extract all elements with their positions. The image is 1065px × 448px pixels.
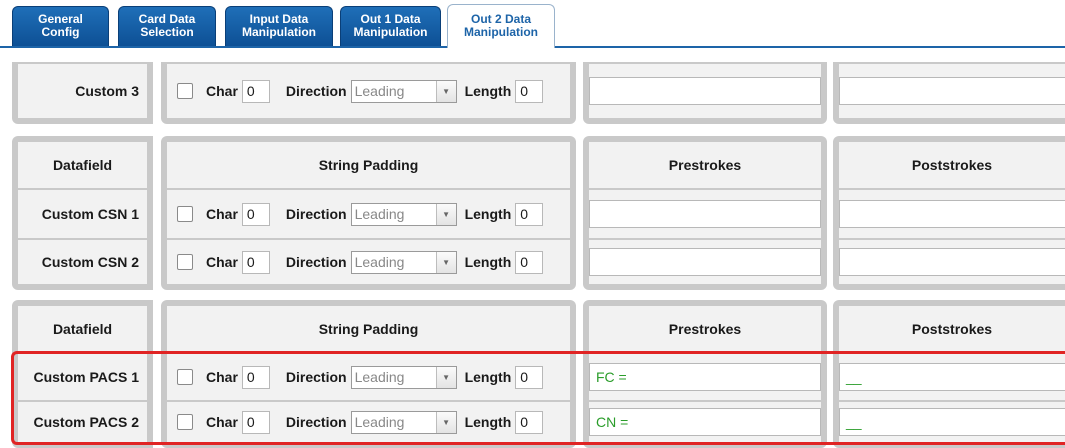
padding-enable-checkbox[interactable] [177, 369, 193, 385]
direction-value: Leading [354, 253, 405, 270]
header-prestrokes: Prestrokes [589, 306, 821, 352]
length-label: Length [464, 83, 512, 99]
prestrokes-input[interactable] [589, 248, 821, 276]
chevron-down-icon: ▼ [435, 80, 456, 102]
char-label: Char [206, 369, 238, 385]
char-label: Char [206, 206, 238, 222]
direction-value: Leading [354, 413, 405, 430]
header-poststrokes: Poststrokes [839, 142, 1065, 188]
char-input[interactable] [241, 79, 270, 103]
chevron-down-icon: ▼ [435, 366, 456, 388]
header-poststrokes: Poststrokes [839, 306, 1065, 352]
direction-select[interactable]: Leading ▼ [350, 250, 457, 274]
table-row-custom-pacs-1: Custom PACS 1 Char Direction Leading ▼ Le… [0, 352, 1065, 400]
padding-enable-checkbox[interactable] [177, 254, 193, 270]
header-datafield: Datafield [18, 142, 147, 188]
length-input[interactable] [515, 410, 544, 434]
length-label: Length [464, 369, 512, 385]
char-input[interactable] [241, 410, 270, 434]
direction-select[interactable]: Leading ▼ [350, 410, 457, 434]
length-label: Length [464, 206, 512, 222]
char-label: Char [206, 83, 238, 99]
datafield-label: Custom PACS 2 [18, 402, 147, 442]
direction-label: Direction [285, 83, 347, 99]
datafield-label: Custom CSN 1 [18, 190, 147, 238]
table-header: Datafield String Padding Prestrokes Post… [0, 136, 1065, 188]
prestrokes-input[interactable]: FC = [589, 363, 821, 391]
padding-enable-checkbox[interactable] [177, 83, 193, 99]
direction-label: Direction [285, 254, 347, 270]
string-padding-controls: Char Direction Leading ▼ Length [167, 402, 570, 442]
char-label: Char [206, 414, 238, 430]
length-input[interactable] [515, 202, 544, 226]
datafield-label: Custom PACS 1 [18, 354, 147, 400]
direction-value: Leading [354, 205, 405, 222]
tab-out1-data-manipulation[interactable]: Out 1 Data Manipulation [340, 6, 441, 47]
direction-select[interactable]: Leading ▼ [350, 365, 457, 389]
direction-select[interactable]: Leading ▼ [350, 79, 457, 103]
datafield-label: Custom 3 [18, 64, 147, 118]
char-input[interactable] [241, 202, 270, 226]
table-row-custom-csn-1: Custom CSN 1 Char Direction Leading ▼ Len… [0, 188, 1065, 238]
direction-label: Direction [285, 414, 347, 430]
poststrokes-input[interactable]: __ [839, 408, 1065, 436]
prestrokes-input[interactable] [589, 200, 821, 228]
prestrokes-input[interactable] [589, 77, 821, 105]
padding-enable-checkbox[interactable] [177, 206, 193, 222]
string-padding-controls: Char Direction Leading ▼ Length [167, 64, 570, 118]
length-label: Length [464, 254, 512, 270]
poststrokes-input[interactable]: __ [839, 363, 1065, 391]
length-input[interactable] [515, 79, 544, 103]
table-row-custom-pacs-2: Custom PACS 2 Char Direction Leading ▼ Le… [0, 400, 1065, 448]
direction-value: Leading [354, 82, 405, 99]
chevron-down-icon: ▼ [435, 411, 456, 433]
header-string-padding: String Padding [167, 142, 570, 188]
string-padding-controls: Char Direction Leading ▼ Length [167, 354, 570, 400]
direction-select[interactable]: Leading ▼ [350, 202, 457, 226]
chevron-down-icon: ▼ [435, 251, 456, 273]
header-string-padding: String Padding [167, 306, 570, 352]
prestrokes-input[interactable]: CN = [589, 408, 821, 436]
tab-card-data-selection[interactable]: Card Data Selection [118, 6, 216, 47]
length-input[interactable] [515, 365, 544, 389]
tab-out2-data-manipulation[interactable]: Out 2 Data Manipulation [447, 4, 555, 48]
string-padding-controls: Char Direction Leading ▼ Length [167, 240, 570, 284]
direction-label: Direction [285, 369, 347, 385]
padding-enable-checkbox[interactable] [177, 414, 193, 430]
tab-bar: General Config Card Data Selection Input… [0, 0, 1065, 48]
chevron-down-icon: ▼ [435, 203, 456, 225]
tab-general-config[interactable]: General Config [12, 6, 109, 47]
header-datafield: Datafield [18, 306, 147, 352]
poststrokes-input[interactable] [839, 248, 1065, 276]
length-input[interactable] [515, 250, 544, 274]
direction-value: Leading [354, 368, 405, 385]
char-input[interactable] [241, 365, 270, 389]
table-row-custom-csn-2: Custom CSN 2 Char Direction Leading ▼ Len… [0, 238, 1065, 290]
direction-label: Direction [285, 206, 347, 222]
poststrokes-input[interactable] [839, 77, 1065, 105]
table-row-custom-3: Custom 3 Char Direction Leading ▼ Length [0, 62, 1065, 124]
char-label: Char [206, 254, 238, 270]
string-padding-controls: Char Direction Leading ▼ Length [167, 190, 570, 238]
table-header: Datafield String Padding Prestrokes Post… [0, 300, 1065, 352]
char-input[interactable] [241, 250, 270, 274]
datafield-label: Custom CSN 2 [18, 240, 147, 284]
length-label: Length [464, 414, 512, 430]
poststrokes-input[interactable] [839, 200, 1065, 228]
header-prestrokes: Prestrokes [589, 142, 821, 188]
tab-input-data-manipulation[interactable]: Input Data Manipulation [225, 6, 333, 47]
